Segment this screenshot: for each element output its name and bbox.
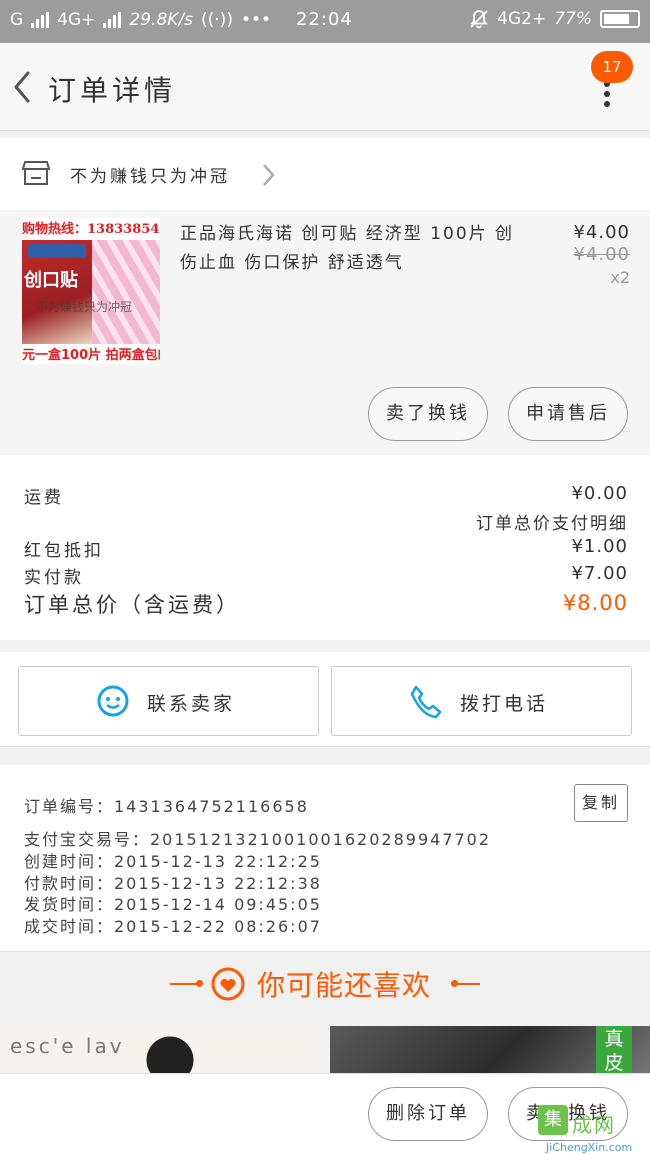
shipping-value: ¥0.00	[571, 483, 628, 504]
redpacket-label: 红包抵扣	[24, 541, 104, 561]
apply-after-sale-button[interactable]: 申请售后	[508, 387, 628, 441]
page-title: 订单详情	[48, 74, 177, 107]
divider-dot-left	[196, 980, 203, 987]
created-time: 创建时间：2015-12-13 22:12:25	[24, 852, 322, 871]
watermark-icon: 集	[538, 1105, 568, 1135]
product-price: ¥4.00	[573, 222, 630, 243]
call-phone-label: 拨打电话	[460, 693, 549, 715]
carrier-label: G	[10, 10, 24, 30]
network-type-label: 4G+	[57, 10, 96, 30]
store-icon	[22, 161, 50, 185]
heart-icon	[211, 967, 245, 1001]
recommend-title: 你可能还喜欢	[257, 969, 432, 1002]
contact-seller-label: 联系卖家	[147, 693, 236, 715]
site-watermark: 集 成网 JiChengXin.com	[538, 1105, 650, 1155]
total-label: 订单总价（含运费）	[24, 593, 240, 617]
shipped-time: 发货时间：2015-12-14 09:45:05	[24, 895, 322, 914]
brand-label-shape	[28, 244, 86, 258]
signal-icon-2	[103, 12, 122, 28]
paid-value: ¥7.00	[571, 563, 628, 584]
wifi-hotspot-icon: ((·))	[201, 10, 233, 30]
product-quantity: x2	[610, 268, 630, 287]
bandage-box-image: 创口贴	[22, 240, 92, 344]
total-value: ¥8.00	[562, 591, 628, 615]
thumb-watermark: 不为赚钱只为冲冠	[36, 300, 133, 314]
battery-icon	[600, 10, 640, 28]
recommend-card[interactable]: esc'e lav	[0, 1026, 322, 1076]
bandage-packets-image	[92, 240, 160, 344]
recommend-header: 你可能还喜欢	[0, 951, 650, 1017]
shipping-label: 运费	[24, 488, 64, 508]
call-phone-button[interactable]: 拨打电话	[331, 666, 632, 736]
watermark-text: 成网	[572, 1113, 616, 1137]
battery-percent: 77%	[554, 9, 592, 29]
product-item: 购物热线：13833854884 创口贴 不为赚钱只为冲冠 元一盒100片 拍两…	[0, 210, 650, 455]
paid-label: 实付款	[24, 568, 84, 588]
chat-bubble-icon	[97, 685, 129, 717]
copy-button[interactable]: 复制	[574, 784, 628, 822]
order-info: 订单编号：1431364752116658 复制 支付宝交易号：20151213…	[0, 765, 650, 951]
divider-line-left	[170, 983, 198, 985]
thumb-box-text: 创口贴	[24, 270, 78, 291]
shop-name: 不为赚钱只为冲冠	[70, 167, 230, 187]
genuine-leather-tag: 真皮	[596, 1026, 632, 1076]
more-menu-icon[interactable]	[590, 81, 624, 111]
signal-icon	[31, 12, 50, 28]
clock: 22:04	[296, 9, 353, 30]
contact-seller-button[interactable]: 联系卖家	[18, 666, 319, 736]
phone-icon	[410, 685, 442, 719]
thumb-banner-text: 元一盒100片 拍两盒包邮	[22, 348, 160, 363]
product-name[interactable]: 正品海氏海诺 创可贴 经济型 100片 创伤止血 伤口保护 舒适透气	[180, 220, 525, 278]
thumb-hotline-text: 购物热线：13833854884	[22, 222, 160, 237]
sell-for-money-button[interactable]: 卖了换钱	[368, 387, 488, 441]
model-photo	[140, 1032, 200, 1076]
shop-row[interactable]: 不为赚钱只为冲冠	[0, 138, 650, 210]
divider-line-right	[452, 983, 480, 985]
chevron-right-icon	[263, 164, 275, 186]
mute-bell-icon	[470, 10, 489, 29]
completed-time: 成交时间：2015-12-22 08:26:07	[24, 917, 322, 936]
watermark-url: JiChengXin.com	[546, 1141, 633, 1154]
recommend-card[interactable]: 真皮	[330, 1026, 650, 1076]
status-left: G 4G+ 29.8K/s ((·)) •••	[10, 10, 271, 30]
more-notifications-icon: •••	[240, 10, 272, 30]
contact-bar: 联系卖家 拨打电话	[0, 652, 650, 747]
message-count-badge[interactable]: 17	[591, 51, 633, 83]
network-speed: 29.8K/s	[129, 10, 194, 30]
fee-summary: 运费 ¥0.00 订单总价支付明细 红包抵扣 ¥1.00 实付款 ¥7.00 订…	[0, 455, 650, 640]
product-original-price: ¥4.00	[573, 244, 630, 265]
network-4g-label: 4G2+	[497, 9, 547, 29]
brand-logo-text: esc'e lav	[10, 1034, 125, 1058]
product-thumbnail[interactable]: 购物热线：13833854884 创口贴 不为赚钱只为冲冠 元一盒100片 拍两…	[22, 218, 160, 364]
redpacket-value: ¥1.00	[571, 536, 628, 557]
status-right: 4G2+ 77%	[469, 9, 640, 29]
alipay-number: 支付宝交易号：2015121321001001620289947702	[24, 830, 492, 849]
delete-order-button[interactable]: 删除订单	[368, 1087, 488, 1141]
order-number: 订单编号：1431364752116658	[24, 797, 309, 816]
back-arrow-icon[interactable]	[8, 67, 38, 107]
nav-header: 订单详情	[0, 43, 650, 131]
status-bar: G 4G+ 29.8K/s ((·)) ••• 22:04 4G2+ 77%	[0, 0, 650, 43]
payment-detail-link[interactable]: 订单总价支付明细	[476, 509, 628, 534]
